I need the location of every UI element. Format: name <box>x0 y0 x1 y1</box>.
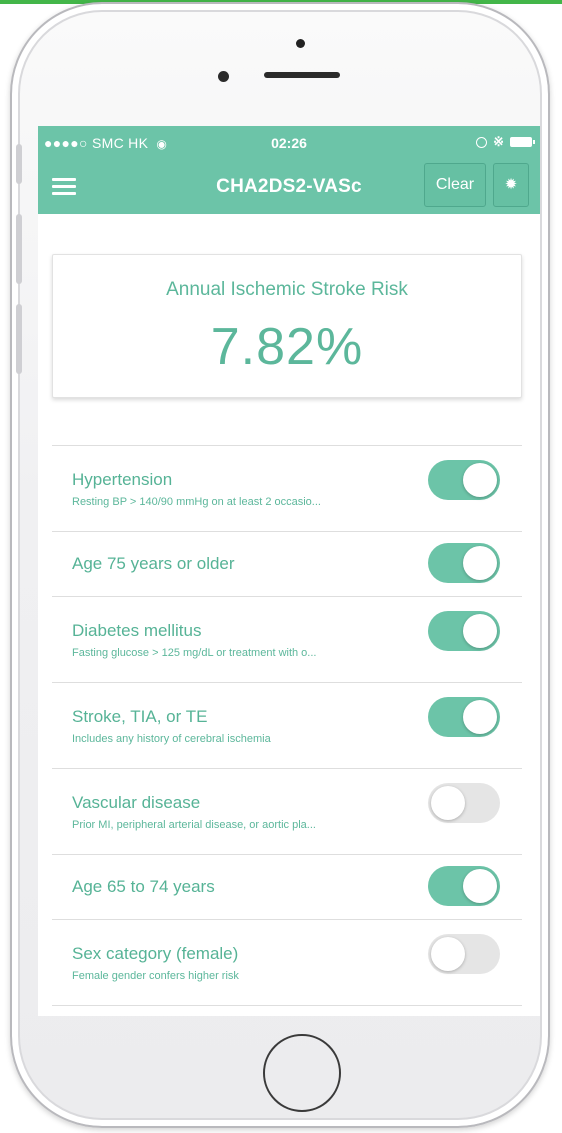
mute-switch <box>16 144 22 184</box>
list-item-text: Vascular disease Prior MI, peripheral ar… <box>72 793 422 831</box>
toggle-knob <box>431 937 465 971</box>
rotation-lock-icon <box>476 136 488 148</box>
list-item-text: Stroke, TIA, or TE Includes any history … <box>72 707 422 745</box>
list-item-text: Age 75 years or older <box>72 554 422 574</box>
list-item-text: Sex category (female) Female gender conf… <box>72 944 422 982</box>
item-subtitle: Fasting glucose > 125 mg/dL or treatment… <box>72 647 317 659</box>
toggle-knob <box>463 614 497 648</box>
list-item-text: Age 65 to 74 years <box>72 877 422 897</box>
list-item-vascular: Vascular disease Prior MI, peripheral ar… <box>52 769 522 855</box>
item-subtitle: Prior MI, peripheral arterial disease, o… <box>72 819 316 831</box>
item-title: Hypertension <box>72 470 173 489</box>
toggle-vascular[interactable] <box>428 783 500 823</box>
result-card: Annual Ischemic Stroke Risk 7.82% <box>52 254 522 398</box>
toggle-stroke[interactable] <box>428 697 500 737</box>
list-item-age-75: Age 75 years or older <box>52 532 522 597</box>
home-button[interactable] <box>263 1034 341 1112</box>
result-label: Annual Ischemic Stroke Risk <box>166 279 408 300</box>
list-item-stroke: Stroke, TIA, or TE Includes any history … <box>52 683 522 769</box>
toggle-sex[interactable] <box>428 934 500 974</box>
risk-factor-list: Hypertension Resting BP > 140/90 mmHg on… <box>52 445 522 1006</box>
toggle-knob <box>463 700 497 734</box>
item-title: Age 65 to 74 years <box>72 877 215 896</box>
item-title: Stroke, TIA, or TE <box>72 707 208 726</box>
nav-bar: CHA2DS2-VASc Clear ✹ <box>38 160 540 214</box>
item-title: Vascular disease <box>72 793 201 812</box>
gear-icon: ✹ <box>504 176 518 193</box>
battery-icon <box>510 137 535 147</box>
list-item-diabetes: Diabetes mellitus Fasting glucose > 125 … <box>52 597 522 683</box>
status-bar: ●●●●○ SMC HK ◉ 02:26 ※ <box>38 126 540 160</box>
toggle-diabetes[interactable] <box>428 611 500 651</box>
bluetooth-icon: ※ <box>493 134 504 149</box>
status-time: 02:26 <box>271 135 307 151</box>
list-item-hypertension: Hypertension Resting BP > 140/90 mmHg on… <box>52 446 522 532</box>
toggle-age-75[interactable] <box>428 543 500 583</box>
list-item-sex: Sex category (female) Female gender conf… <box>52 920 522 1006</box>
app-screen: ●●●●○ SMC HK ◉ 02:26 ※ CHA2DS2-VASc Clea… <box>38 126 540 1016</box>
clear-button[interactable]: Clear <box>424 163 486 207</box>
item-title: Sex category (female) <box>72 944 239 963</box>
toggle-hypertension[interactable] <box>428 460 500 500</box>
toggle-knob <box>463 463 497 497</box>
toggle-age-65-74[interactable] <box>428 866 500 906</box>
list-item-age-65-74: Age 65 to 74 years <box>52 855 522 920</box>
result-value: 7.82% <box>210 318 364 376</box>
front-camera <box>218 71 229 82</box>
item-subtitle: Female gender confers higher risk <box>72 970 239 982</box>
settings-button[interactable]: ✹ <box>493 163 529 207</box>
toggle-knob <box>463 869 497 903</box>
proximity-sensor <box>296 39 305 48</box>
toggle-knob <box>463 546 497 580</box>
item-title: Diabetes mellitus <box>72 621 202 640</box>
item-title: Age 75 years or older <box>72 554 235 573</box>
earpiece-speaker <box>264 72 340 78</box>
toggle-knob <box>431 786 465 820</box>
item-subtitle: Includes any history of cerebral ischemi… <box>72 733 271 745</box>
volume-down-button <box>16 304 22 374</box>
item-subtitle: Resting BP > 140/90 mmHg on at least 2 o… <box>72 496 321 508</box>
status-icons: ※ <box>476 134 535 150</box>
list-item-text: Diabetes mellitus Fasting glucose > 125 … <box>72 621 422 659</box>
list-item-text: Hypertension Resting BP > 140/90 mmHg on… <box>72 470 422 508</box>
volume-up-button <box>16 214 22 284</box>
